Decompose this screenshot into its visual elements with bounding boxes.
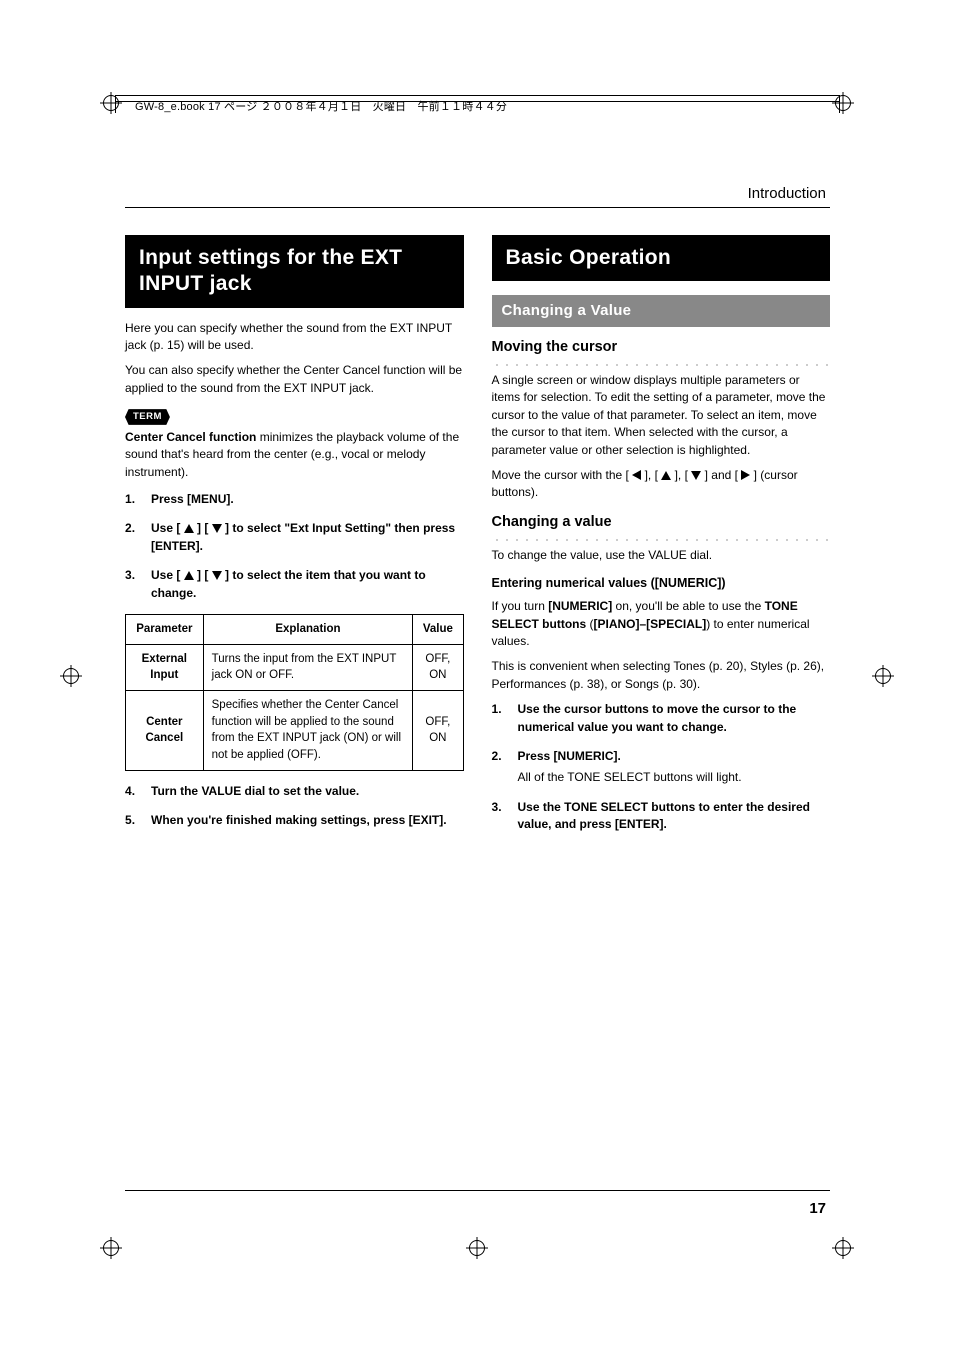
body-text: You can also specify whether the Center … — [125, 362, 464, 397]
step-2: Press [NUMERIC]. All of the TONE SELECT … — [492, 748, 831, 787]
arrow-down-icon — [691, 471, 701, 480]
body-text: If you turn [NUMERIC] on, you'll be able… — [492, 598, 831, 650]
step-3: Use the TONE SELECT buttons to enter the… — [492, 799, 831, 834]
running-header: GW-8_e.book 17 ページ ２００８年４月１日 火曜日 午前１１時４４… — [135, 98, 507, 114]
col-value: Value — [413, 614, 463, 644]
cell-value: OFF, ON — [413, 690, 463, 770]
step-5: When you're finished making settings, pr… — [125, 812, 464, 829]
body-text: Here you can specify whether the sound f… — [125, 320, 464, 355]
footer-rule — [125, 1190, 830, 1191]
body-text: This is convenient when selecting Tones … — [492, 658, 831, 693]
inline-bold: [NUMERIC] — [548, 599, 612, 613]
arrow-down-icon — [212, 524, 222, 533]
dotted-rule — [492, 535, 831, 541]
heading-moving-cursor: Moving the cursor — [492, 337, 831, 358]
section-heading-basic-operation: Basic Operation — [492, 235, 831, 281]
dotted-rule — [492, 360, 831, 366]
table-row: Center Cancel Specifies whether the Cent… — [126, 690, 464, 770]
cell-param: External Input — [126, 644, 204, 690]
table-row: External Input Turns the input from the … — [126, 644, 464, 690]
arrow-right-icon — [741, 470, 750, 480]
page: GW-8_e.book 17 ページ ２００８年４月１日 火曜日 午前１１時４４… — [125, 85, 830, 1235]
heading-changing-a-value: Changing a value — [492, 512, 831, 533]
chapter-title: Introduction — [748, 185, 826, 202]
parameter-table: Parameter Explanation Value External Inp… — [125, 614, 464, 771]
step-1: Press [MENU]. — [125, 491, 464, 508]
crop-mark-icon — [872, 665, 894, 687]
step-4: Turn the VALUE dial to set the value. — [125, 783, 464, 800]
procedure-steps-cont: Turn the VALUE dial to set the value. Wh… — [125, 783, 464, 830]
arrow-left-icon — [632, 470, 641, 480]
term-definition: Center Cancel function minimizes the pla… — [125, 429, 464, 481]
step-2: Use [ ] [ ] to select "Ext Input Setting… — [125, 520, 464, 555]
body-text: A single screen or window displays multi… — [492, 372, 831, 459]
cell-value: OFF, ON — [413, 644, 463, 690]
cell-explanation: Specifies whether the Center Cancel func… — [203, 690, 413, 770]
arrow-up-icon — [184, 524, 194, 533]
arrow-up-icon — [661, 471, 671, 480]
right-column: Basic Operation Changing a Value Moving … — [492, 235, 831, 1175]
crop-mark-icon — [832, 1237, 854, 1259]
procedure-steps: Use the cursor buttons to move the curso… — [492, 701, 831, 833]
arrow-up-icon — [184, 571, 194, 580]
chapter-rule — [125, 207, 830, 208]
crop-mark-icon — [100, 1237, 122, 1259]
term-name: Center Cancel function — [125, 430, 256, 444]
page-number: 17 — [809, 1200, 826, 1217]
col-explanation: Explanation — [203, 614, 413, 644]
term-tag: TERM — [125, 409, 170, 425]
cell-param: Center Cancel — [126, 690, 204, 770]
crop-mark-icon — [60, 665, 82, 687]
procedure-steps: Press [MENU]. Use [ ] [ ] to select "Ext… — [125, 491, 464, 602]
subsection-changing-a-value: Changing a Value — [492, 295, 831, 327]
inline-bold: [PIANO]–[SPECIAL] — [594, 617, 707, 631]
heading-entering-numeric: Entering numerical values ([NUMERIC]) — [492, 574, 831, 592]
cell-explanation: Turns the input from the EXT INPUT jack … — [203, 644, 413, 690]
body-text: To change the value, use the VALUE dial. — [492, 547, 831, 564]
table-header-row: Parameter Explanation Value — [126, 614, 464, 644]
body-text: Move the cursor with the [ ], [ ], [ ] a… — [492, 467, 831, 502]
arrow-down-icon — [212, 571, 222, 580]
left-column: Input settings for the EXT INPUT jack He… — [125, 235, 464, 1175]
step-3: Use [ ] [ ] to select the item that you … — [125, 567, 464, 602]
step-1: Use the cursor buttons to move the curso… — [492, 701, 831, 736]
section-heading-ext-input: Input settings for the EXT INPUT jack — [125, 235, 464, 308]
step-note: All of the TONE SELECT buttons will ligh… — [518, 769, 831, 786]
col-parameter: Parameter — [126, 614, 204, 644]
crop-mark-icon — [466, 1237, 488, 1259]
